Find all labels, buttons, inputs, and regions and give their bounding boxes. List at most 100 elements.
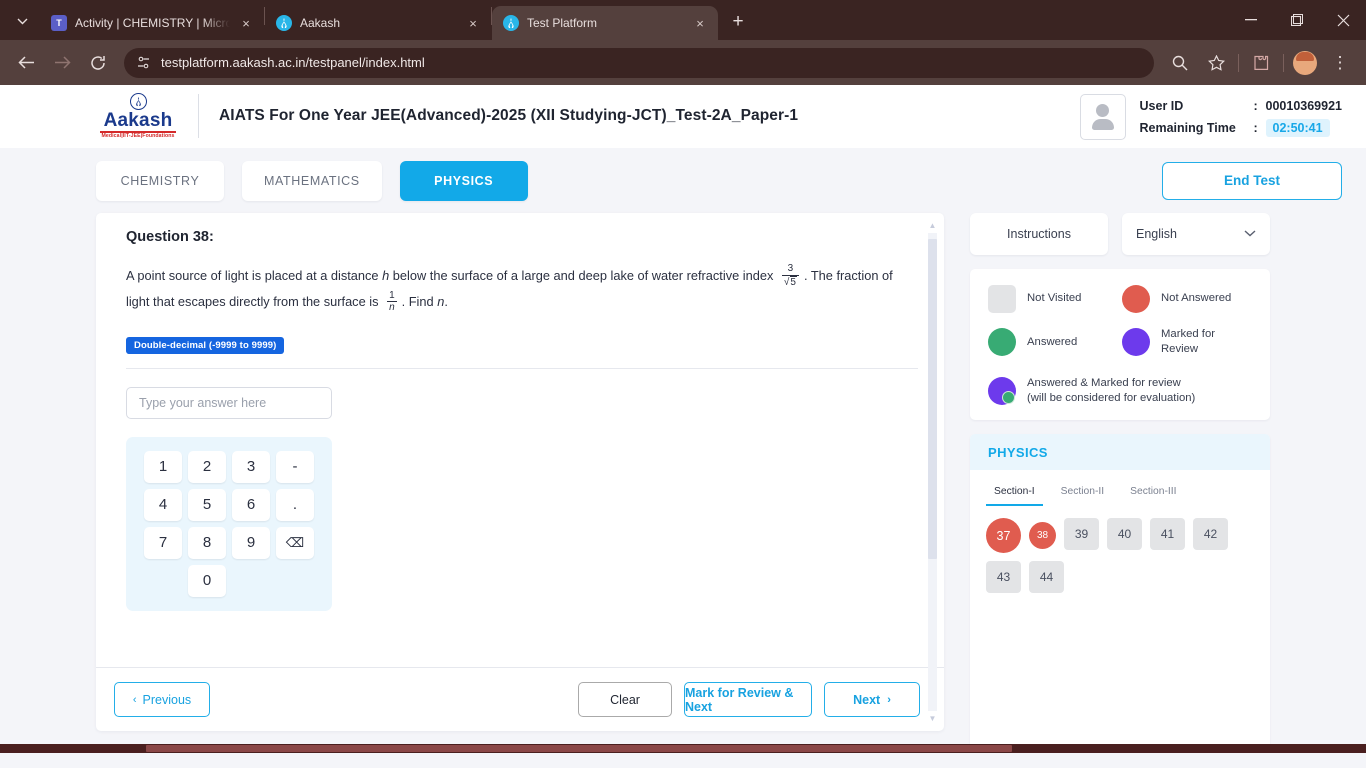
fraction-numerator: 3 xyxy=(787,263,794,275)
extensions-icon[interactable] xyxy=(1246,48,1276,78)
question-button-42[interactable]: 42 xyxy=(1193,518,1228,550)
key-0[interactable]: 0 xyxy=(188,564,226,597)
legend-label-line2: (will be considered for evaluation) xyxy=(1027,391,1196,404)
language-value: English xyxy=(1136,227,1177,241)
question-button-38[interactable]: 38 xyxy=(1029,522,1056,549)
backspace-icon[interactable]: ⌫ xyxy=(276,526,314,559)
key-9[interactable]: 9 xyxy=(232,526,270,559)
minimize-icon[interactable] xyxy=(1228,0,1274,40)
horizontal-scrollbar-thumb[interactable] xyxy=(146,745,1012,752)
browser-menu-icon[interactable]: ⋮ xyxy=(1325,48,1355,78)
section-tabs: Section-I Section-II Section-III xyxy=(970,470,1270,506)
tab-mathematics[interactable]: MATHEMATICS xyxy=(242,160,382,201)
subject-tab-bar: CHEMISTRY MATHEMATICS PHYSICS End Test xyxy=(0,148,1366,213)
remaining-time-label: Remaining Time xyxy=(1139,120,1236,135)
profile-avatar[interactable] xyxy=(1293,50,1317,75)
logo-tagline: Medical|IIT-JEE|Foundations xyxy=(101,133,175,140)
chevron-down-icon xyxy=(1244,228,1256,240)
aakash-logo-icon xyxy=(129,93,147,111)
question-button-39[interactable]: 39 xyxy=(1064,518,1099,550)
question-scrollbar[interactable]: ▲ ▼ xyxy=(927,221,938,723)
clear-button[interactable]: Clear xyxy=(578,682,672,717)
scrollbar-thumb[interactable] xyxy=(928,239,937,559)
bookmark-star-icon[interactable] xyxy=(1201,48,1231,78)
key-8[interactable]: 8 xyxy=(188,526,226,559)
question-button-44[interactable]: 44 xyxy=(1029,561,1064,593)
tab-title: Aakash xyxy=(300,16,341,30)
tab-title: Activity | CHEMISTRY | Microsof xyxy=(75,16,230,30)
scroll-down-icon[interactable]: ▼ xyxy=(927,714,938,723)
reload-icon[interactable] xyxy=(83,48,113,78)
tab-chemistry[interactable]: CHEMISTRY xyxy=(96,160,224,201)
fraction-denominator: √5 xyxy=(781,274,799,289)
legend-label: Answered xyxy=(1027,335,1078,348)
sidebar-top-controls: Instructions English xyxy=(970,213,1270,255)
colon: : xyxy=(1253,120,1258,135)
new-tab-button[interactable]: + xyxy=(724,8,752,36)
chevron-right-icon: › xyxy=(887,693,891,706)
horizontal-scrollbar[interactable] xyxy=(0,744,1366,753)
answer-input[interactable]: Type your answer here xyxy=(126,386,332,419)
scroll-up-icon[interactable]: ▲ xyxy=(927,221,938,230)
zoom-icon[interactable] xyxy=(1165,48,1195,78)
key-3[interactable]: 3 xyxy=(232,450,270,483)
tab-strip: T Activity | CHEMISTRY | Microsof × Aaka… xyxy=(0,0,1366,40)
user-id-value: 00010369921 xyxy=(1265,98,1342,113)
legend-not-answered: Not Answered xyxy=(1122,285,1256,313)
previous-button[interactable]: ‹ Previous xyxy=(114,682,210,717)
section-tab-1[interactable]: Section-I xyxy=(986,480,1043,506)
key-1[interactable]: 1 xyxy=(144,450,182,483)
key-minus[interactable]: - xyxy=(276,450,314,483)
mark-for-review-next-button[interactable]: Mark for Review & Next xyxy=(684,682,812,717)
section-tab-3[interactable]: Section-III xyxy=(1122,480,1184,506)
close-icon[interactable]: × xyxy=(236,13,256,33)
key-7[interactable]: 7 xyxy=(144,526,182,559)
logo-name: Aakash xyxy=(103,110,173,132)
instructions-button[interactable]: Instructions xyxy=(970,213,1108,255)
legend-marked-for-review: Marked for Review xyxy=(1122,327,1256,358)
key-2[interactable]: 2 xyxy=(188,450,226,483)
back-icon[interactable] xyxy=(11,48,41,78)
browser-tab-teams[interactable]: T Activity | CHEMISTRY | Microsof × xyxy=(40,6,264,40)
key-4[interactable]: 4 xyxy=(144,488,182,521)
browser-tab-aakash[interactable]: Aakash × xyxy=(265,6,491,40)
language-select[interactable]: English xyxy=(1122,213,1270,255)
aakash-icon xyxy=(503,15,519,31)
toolbar-divider xyxy=(1238,53,1239,72)
site-settings-icon[interactable] xyxy=(136,55,151,70)
next-button[interactable]: Next › xyxy=(824,682,920,717)
next-label: Next xyxy=(853,692,881,707)
legend-label-line1: Answered & Marked for review xyxy=(1027,376,1181,389)
question-text-part2: below the surface of a large and deep la… xyxy=(389,268,777,283)
close-window-icon[interactable] xyxy=(1320,0,1366,40)
key-decimal[interactable]: . xyxy=(276,488,314,521)
forward-icon[interactable] xyxy=(47,48,77,78)
colon: : xyxy=(1253,98,1258,113)
toolbar-divider xyxy=(1283,53,1284,72)
question-button-43[interactable]: 43 xyxy=(986,561,1021,593)
browser-tab-test-platform[interactable]: Test Platform × xyxy=(492,6,718,40)
fraction-numerator: 1 xyxy=(389,289,395,301)
question-navigator: PHYSICS Section-I Section-II Section-III… xyxy=(970,434,1270,753)
question-number: Question 38: xyxy=(126,229,214,245)
question-text: A point source of light is placed at a d… xyxy=(126,263,918,315)
question-footer: ‹ Previous Clear Mark for Review & Next … xyxy=(96,667,944,731)
close-icon[interactable]: × xyxy=(463,13,483,33)
tab-physics[interactable]: PHYSICS xyxy=(399,160,528,201)
user-icon xyxy=(1091,103,1114,130)
key-6[interactable]: 6 xyxy=(232,488,270,521)
end-test-button[interactable]: End Test xyxy=(1162,161,1342,200)
section-tab-2[interactable]: Section-II xyxy=(1053,480,1113,506)
question-button-40[interactable]: 40 xyxy=(1107,518,1142,550)
maximize-icon[interactable] xyxy=(1274,0,1320,40)
legend-not-visited: Not Visited xyxy=(988,285,1122,313)
remaining-time-value: 02:50:41 xyxy=(1265,118,1330,137)
legend-label: Not Visited xyxy=(1027,292,1082,305)
legend-card: Not Visited Not Answered Answered Marked… xyxy=(970,269,1270,420)
question-button-37[interactable]: 37 xyxy=(986,518,1021,553)
close-icon[interactable]: × xyxy=(690,13,710,33)
question-button-41[interactable]: 41 xyxy=(1150,518,1185,550)
key-5[interactable]: 5 xyxy=(188,488,226,521)
tab-search-icon[interactable] xyxy=(8,7,36,35)
address-bar[interactable]: testplatform.aakash.ac.in/testpanel/inde… xyxy=(124,47,1154,78)
